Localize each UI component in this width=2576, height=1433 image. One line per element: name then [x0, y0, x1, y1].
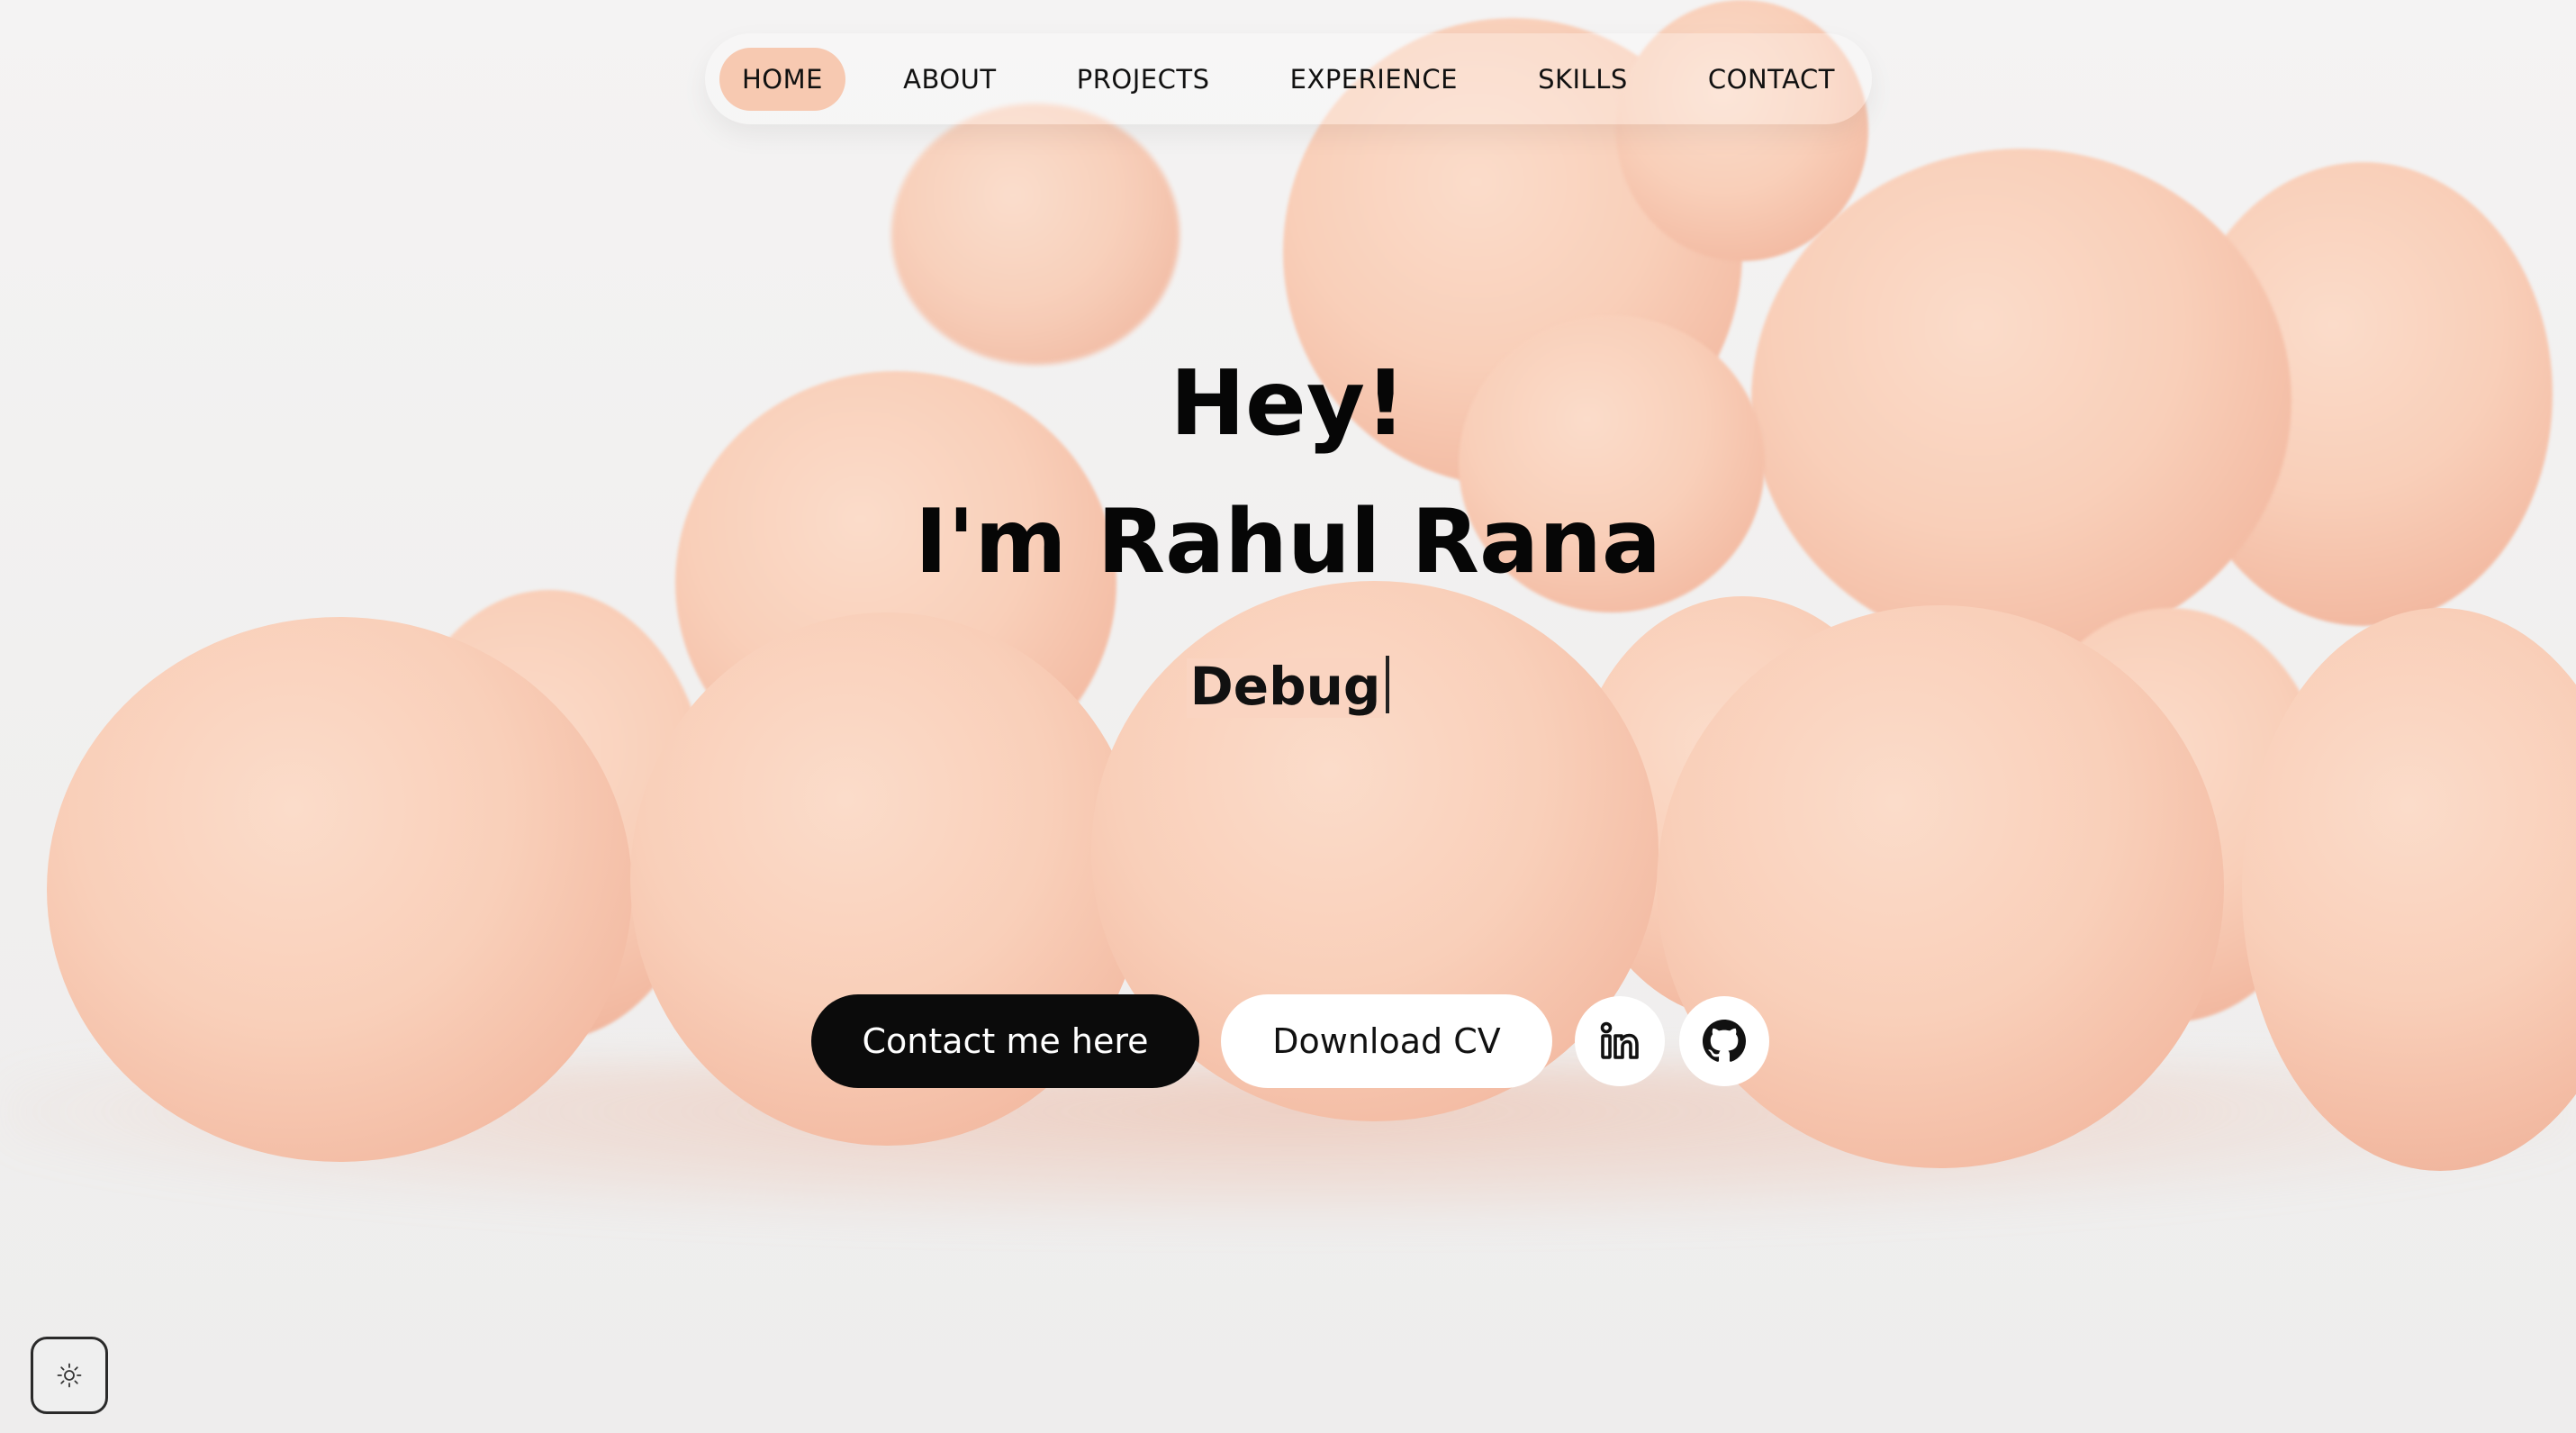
hero-name: I'm Rahul Rana	[914, 491, 1662, 594]
sun-icon	[57, 1363, 82, 1388]
nav-item-projects[interactable]: PROJECTS	[1054, 48, 1233, 111]
nav-item-home[interactable]: HOME	[719, 47, 845, 111]
contact-button[interactable]: Contact me here	[811, 994, 1199, 1088]
theme-toggle-button[interactable]	[31, 1337, 108, 1414]
typing-caret	[1386, 656, 1390, 713]
typed-role-text: Debug	[1186, 658, 1385, 718]
hero-greeting: Hey!	[1170, 350, 1406, 456]
nav-item-skills[interactable]: SKILLS	[1515, 48, 1650, 111]
background-sphere	[891, 104, 1180, 365]
github-icon	[1703, 1020, 1746, 1062]
linkedin-button[interactable]	[1575, 996, 1665, 1086]
typed-text-container: Debug	[0, 656, 2576, 718]
main-navigation: HOME ABOUT PROJECTS EXPERIENCE SKILLS CO…	[705, 33, 1872, 124]
nav-item-experience[interactable]: EXPERIENCE	[1268, 48, 1480, 111]
linkedin-icon	[1600, 1021, 1639, 1059]
download-cv-button[interactable]: Download CV	[1221, 994, 1552, 1088]
nav-item-contact[interactable]: CONTACT	[1686, 48, 1857, 111]
nav-item-about[interactable]: ABOUT	[881, 48, 1019, 111]
github-button[interactable]	[1679, 996, 1769, 1086]
